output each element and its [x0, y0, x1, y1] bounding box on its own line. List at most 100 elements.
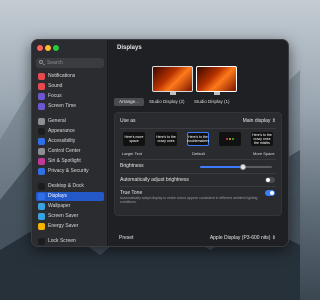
- sidebar-item-appearance[interactable]: Appearance: [36, 127, 104, 136]
- sidebar-item-label: Privacy & Security: [48, 168, 89, 174]
- sidebar-item-label: Energy Saver: [48, 223, 79, 229]
- sidebar-item-lock-screen[interactable]: Lock Screen: [36, 237, 104, 246]
- displays-pane: Displays Studio Display (2) Studio Displ…: [109, 40, 288, 246]
- divider: [120, 128, 276, 129]
- lock-icon: [38, 238, 45, 245]
- sidebar-item-notifications[interactable]: Notifications: [36, 72, 104, 81]
- appearance-icon: [38, 128, 45, 135]
- sidebar-item-label: General: [48, 118, 66, 124]
- sidebar-item-label: Wallpaper: [48, 203, 71, 209]
- system-settings-window: Search Notifications Sound Focus Screen …: [31, 39, 289, 247]
- resolution-label: More Space: [253, 151, 275, 156]
- close-window-button[interactable]: [37, 45, 43, 51]
- preset-label: Preset: [119, 235, 134, 241]
- chevron-updown-icon: ⇕: [271, 235, 276, 241]
- auto-brightness-label: Automatically adjust brightness: [120, 177, 189, 183]
- sidebar-item-label: Desktop & Dock: [48, 183, 84, 189]
- sidebar-item-label: Displays: [48, 193, 67, 199]
- siri-icon: [38, 158, 45, 165]
- sound-icon: [38, 83, 45, 90]
- brightness-label: Brightness: [120, 163, 144, 169]
- display-label-2: Studio Display (2): [149, 99, 185, 104]
- search-icon: [39, 60, 43, 64]
- resolution-label: Default: [192, 151, 205, 156]
- sidebar-item-label: Accessibility: [48, 138, 76, 144]
- divider: [120, 159, 276, 160]
- preset-select[interactable]: Apple Display (P3-600 nits) ⇕: [210, 235, 276, 241]
- notifications-icon: [38, 73, 45, 80]
- sidebar-item-energy-saver[interactable]: Energy Saver: [36, 222, 104, 231]
- wallpaper-icon: [38, 203, 45, 210]
- sidebar: Search Notifications Sound Focus Screen …: [32, 40, 108, 246]
- preset-value: Apple Display (P3-600 nits): [209, 235, 271, 241]
- brightness-slider[interactable]: [200, 164, 272, 170]
- resolution-option-3[interactable]: Here's to the troublemakers: [187, 132, 209, 146]
- chevron-updown-icon: ⇕: [271, 118, 276, 124]
- resolution-option-4[interactable]: [219, 132, 241, 146]
- search-placeholder: Search: [47, 60, 63, 66]
- sidebar-item-displays[interactable]: Displays: [36, 192, 104, 201]
- display-thumbnail-2[interactable]: [152, 66, 193, 92]
- zoom-window-button[interactable]: [53, 45, 59, 51]
- brightness-fill: [200, 166, 244, 168]
- display-icon: [38, 193, 45, 200]
- resolution-label: Larger Text: [122, 151, 142, 156]
- settings-card: Use as Main display ⇕ Here's more space …: [114, 112, 282, 216]
- use-as-value: Main display: [242, 118, 271, 124]
- battery-icon: [38, 223, 45, 230]
- color-dots: [226, 138, 234, 140]
- hand-icon: [38, 168, 45, 175]
- sidebar-item-sound[interactable]: Sound: [36, 82, 104, 91]
- true-tone-description: Automatically adapt display to make colo…: [120, 196, 258, 204]
- sidebar-item-focus[interactable]: Focus: [36, 92, 104, 101]
- display-stand: [170, 92, 176, 95]
- resolution-option-2[interactable]: Here's to the crazy ones: [155, 132, 177, 146]
- sidebar-item-label: Notifications: [48, 73, 76, 79]
- resolution-preview: Here's to the crazy ones the misfits: [252, 133, 272, 145]
- focus-icon: [38, 93, 45, 100]
- resolution-option-1[interactable]: Here's more space: [123, 132, 145, 146]
- gear-icon: [38, 118, 45, 125]
- sidebar-item-label: Focus: [48, 93, 62, 99]
- toggle-knob: [266, 178, 270, 182]
- true-tone-toggle[interactable]: [265, 190, 275, 196]
- sidebar-item-wallpaper[interactable]: Wallpaper: [36, 202, 104, 211]
- divider: [120, 186, 276, 187]
- accessibility-icon: [38, 138, 45, 145]
- sidebar-item-label: Siri & Spotlight: [48, 158, 81, 164]
- screen-saver-icon: [38, 213, 45, 220]
- resolution-preview: Here's more space: [124, 135, 144, 143]
- sidebar-item-screen-saver[interactable]: Screen Saver: [36, 212, 104, 221]
- toggle-knob: [270, 191, 274, 195]
- sidebar-item-accessibility[interactable]: Accessibility: [36, 137, 104, 146]
- divider: [120, 173, 276, 174]
- sidebar-item-screen-time[interactable]: Screen Time: [36, 102, 104, 111]
- display-thumbnail-1[interactable]: [196, 66, 237, 92]
- auto-brightness-toggle[interactable]: [265, 177, 275, 183]
- page-title: Displays: [117, 45, 142, 51]
- sidebar-item-control-center[interactable]: Control Center: [36, 147, 104, 156]
- sidebar-item-label: Sound: [48, 83, 63, 89]
- sidebar-item-siri-spotlight[interactable]: Siri & Spotlight: [36, 157, 104, 166]
- display-stand: [214, 92, 220, 95]
- screen-time-icon: [38, 103, 45, 110]
- use-as-select[interactable]: Main display ⇕: [243, 118, 276, 124]
- sidebar-item-label: Control Center: [48, 148, 81, 154]
- resolution-option-5[interactable]: Here's to the crazy ones the misfits: [251, 132, 273, 146]
- sidebar-item-label: Lock Screen: [48, 238, 76, 244]
- minimize-window-button[interactable]: [45, 45, 51, 51]
- dock-icon: [38, 183, 45, 190]
- display-label-1: Studio Display (1): [194, 99, 230, 104]
- sidebar-item-label: Screen Time: [48, 103, 77, 109]
- resolution-preview: Here's to the troublemakers: [186, 135, 210, 143]
- sidebar-item-general[interactable]: General: [36, 117, 104, 126]
- brightness-knob[interactable]: [240, 164, 247, 170]
- sidebar-item-privacy-security[interactable]: Privacy & Security: [36, 167, 104, 176]
- search-input[interactable]: Search: [36, 58, 104, 68]
- sidebar-item-label: Appearance: [48, 128, 75, 134]
- arrange-button[interactable]: Arrange...: [114, 98, 144, 106]
- control-center-icon: [38, 148, 45, 155]
- sidebar-item-desktop-dock[interactable]: Desktop & Dock: [36, 182, 104, 191]
- sidebar-item-label: Screen Saver: [48, 213, 79, 219]
- resolution-preview: Here's to the crazy ones: [156, 135, 176, 143]
